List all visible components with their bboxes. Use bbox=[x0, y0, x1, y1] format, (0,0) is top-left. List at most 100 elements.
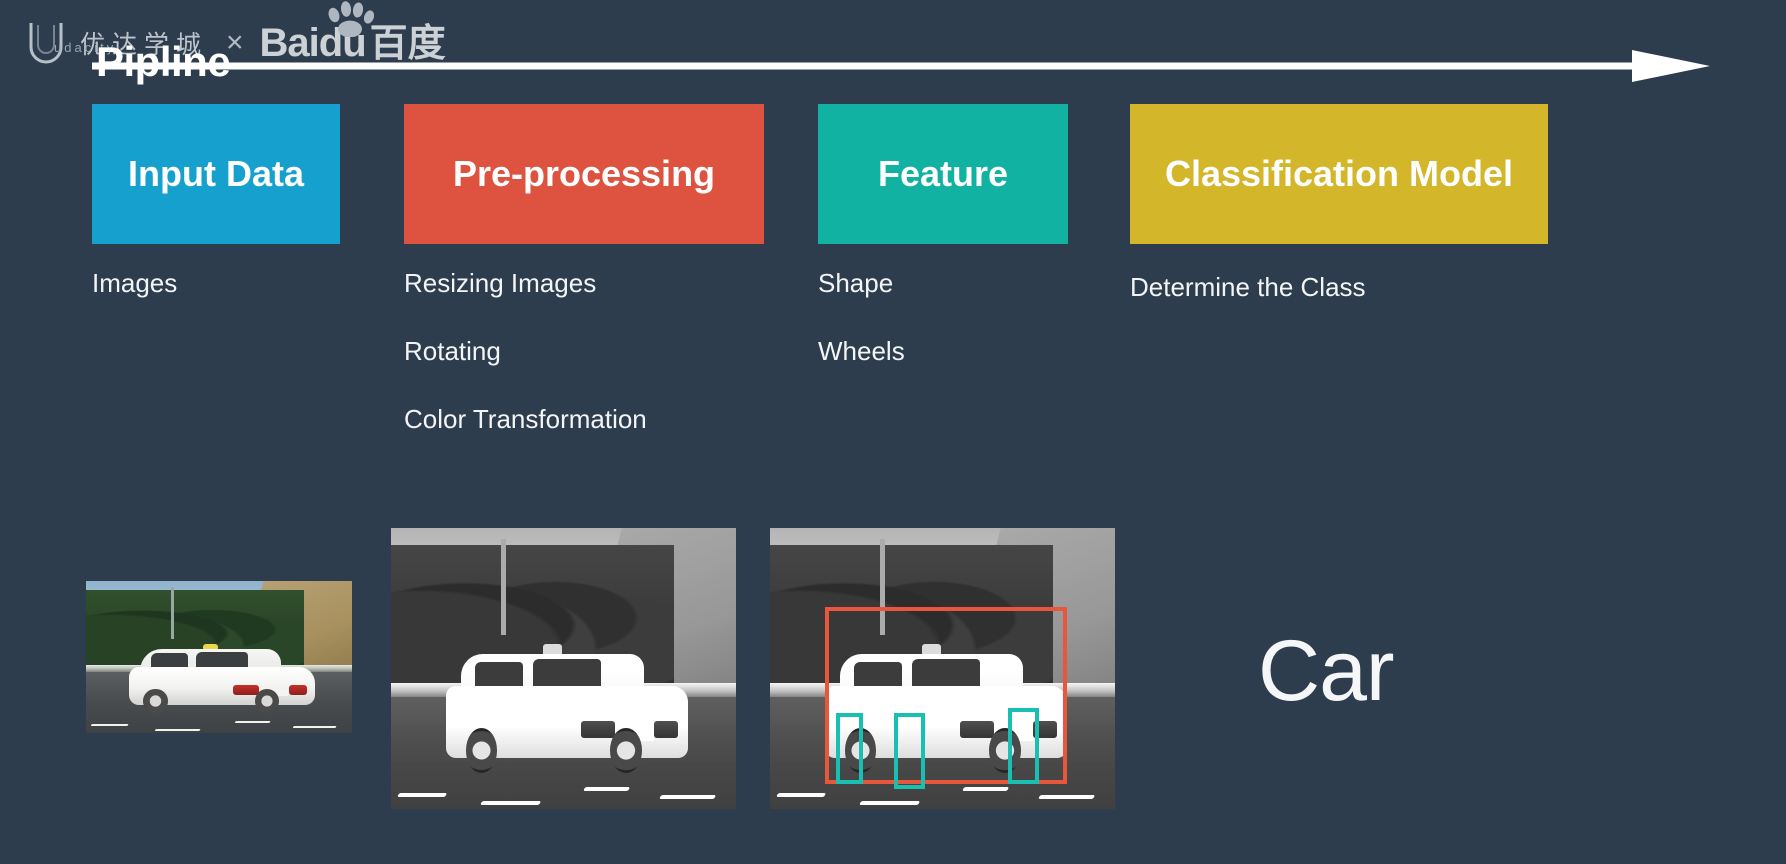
stage-label: Classification Model bbox=[1164, 153, 1514, 194]
feature-detection-photo bbox=[770, 528, 1115, 809]
car-wheel bbox=[610, 728, 642, 773]
roadway bbox=[770, 696, 1115, 809]
sky bbox=[86, 581, 352, 621]
taillight bbox=[653, 720, 679, 739]
wheel-bounding-box bbox=[894, 713, 926, 790]
lane-marking bbox=[90, 724, 130, 727]
stage-box-pre-processing[interactable]: Pre-processing bbox=[404, 104, 764, 244]
car-wheel bbox=[465, 728, 497, 773]
lane-marking bbox=[658, 795, 717, 800]
car-bounding-box bbox=[825, 606, 1067, 784]
utility-pole bbox=[501, 539, 506, 635]
stage-label: Feature bbox=[877, 153, 1009, 194]
stage-label: Pre-processing bbox=[452, 153, 716, 194]
stage-box-classification-model[interactable]: Classification Model bbox=[1130, 104, 1548, 244]
lane-marking bbox=[582, 786, 631, 791]
taillight bbox=[232, 685, 259, 695]
stage-item-list: Resizing Images Rotating Color Transform… bbox=[404, 268, 764, 435]
roadway bbox=[391, 696, 736, 809]
car-window bbox=[195, 651, 248, 674]
treeline bbox=[770, 544, 1053, 691]
taillight bbox=[288, 685, 308, 695]
guardrail bbox=[391, 682, 736, 697]
pipeline-stage-feature: Feature Shape Wheels bbox=[818, 104, 1068, 404]
utility-pole bbox=[880, 539, 885, 635]
car-wheel bbox=[844, 728, 876, 773]
lane-marking bbox=[234, 720, 271, 724]
lane-marking bbox=[396, 793, 448, 798]
car-wheel bbox=[143, 689, 168, 714]
sky bbox=[770, 528, 1115, 602]
stage-label: Input Data bbox=[128, 153, 304, 194]
car-wheel bbox=[255, 689, 280, 714]
lane-marking bbox=[961, 786, 1010, 791]
page-title: Pipline bbox=[96, 38, 231, 85]
car-body bbox=[446, 686, 688, 758]
preprocessed-photo-grayscale bbox=[391, 528, 736, 809]
highway-scene bbox=[391, 528, 736, 809]
pipeline-stage-pre-processing: Pre-processing Resizing Images Rotating … bbox=[404, 104, 764, 472]
wheel-bounding-box bbox=[1008, 707, 1040, 784]
car-window bbox=[475, 661, 524, 699]
white-sedan bbox=[128, 643, 315, 715]
roadway bbox=[86, 672, 352, 733]
sky bbox=[391, 528, 736, 602]
treeline bbox=[391, 544, 674, 691]
stage-box-input-data[interactable]: Input Data bbox=[92, 104, 340, 244]
license-plate bbox=[624, 727, 654, 741]
treeline bbox=[86, 590, 305, 670]
lane-marking bbox=[1037, 795, 1096, 800]
stage-item: Color Transformation bbox=[404, 404, 647, 434]
car-window bbox=[854, 661, 903, 699]
car-window bbox=[150, 653, 189, 674]
stage-item-list: Images bbox=[92, 268, 340, 299]
stage-item: Determine the Class bbox=[1130, 272, 1366, 302]
lane-marking bbox=[154, 728, 202, 732]
roof-beacon bbox=[203, 643, 218, 651]
taillight bbox=[960, 720, 995, 739]
lane-marking bbox=[775, 793, 827, 798]
lane-marking bbox=[292, 725, 337, 729]
stage-item-list: Shape Wheels bbox=[818, 268, 1068, 367]
right-arrow-icon bbox=[92, 50, 1710, 82]
car-cabin bbox=[460, 654, 645, 704]
stage-item: Rotating bbox=[404, 336, 501, 366]
car-wheel bbox=[989, 728, 1021, 773]
license-plate bbox=[266, 688, 289, 697]
guardrail bbox=[86, 664, 352, 673]
car-body bbox=[825, 686, 1067, 758]
taillight bbox=[1032, 720, 1058, 739]
stage-box-feature[interactable]: Feature bbox=[818, 104, 1068, 244]
classification-result-label: Car bbox=[1258, 623, 1395, 719]
white-sedan bbox=[446, 644, 688, 776]
stage-item: Wheels bbox=[818, 336, 905, 366]
baidu-paw-logo bbox=[328, 1, 374, 37]
lane-marking bbox=[858, 801, 920, 806]
car-body bbox=[128, 666, 315, 706]
roof-beacon bbox=[921, 644, 942, 657]
stage-item: Shape bbox=[818, 268, 894, 298]
stage-item: Images bbox=[92, 268, 178, 298]
car-window bbox=[912, 659, 980, 699]
highway-scene bbox=[770, 528, 1115, 809]
taillight bbox=[581, 720, 616, 739]
hillside bbox=[229, 581, 352, 676]
car-window bbox=[533, 659, 601, 699]
hillside bbox=[577, 528, 736, 703]
stage-item-list: Determine the Class bbox=[1130, 272, 1548, 303]
white-sedan bbox=[825, 644, 1067, 776]
pipeline-stage-classification-model: Classification Model Determine the Class bbox=[1130, 104, 1548, 340]
highway-scene bbox=[86, 581, 352, 733]
car-cabin bbox=[139, 649, 282, 676]
utility-pole bbox=[171, 587, 175, 639]
car-cabin bbox=[839, 654, 1024, 704]
roof-beacon bbox=[542, 644, 563, 657]
stage-item: Resizing Images bbox=[404, 268, 597, 298]
license-plate bbox=[1003, 727, 1033, 741]
input-photo-color bbox=[86, 581, 352, 733]
wheel-bounding-box bbox=[835, 713, 864, 784]
pipeline-stage-input-data: Input Data Images bbox=[92, 104, 340, 336]
lane-marking bbox=[479, 801, 541, 806]
guardrail bbox=[770, 682, 1115, 697]
hillside bbox=[956, 528, 1115, 703]
